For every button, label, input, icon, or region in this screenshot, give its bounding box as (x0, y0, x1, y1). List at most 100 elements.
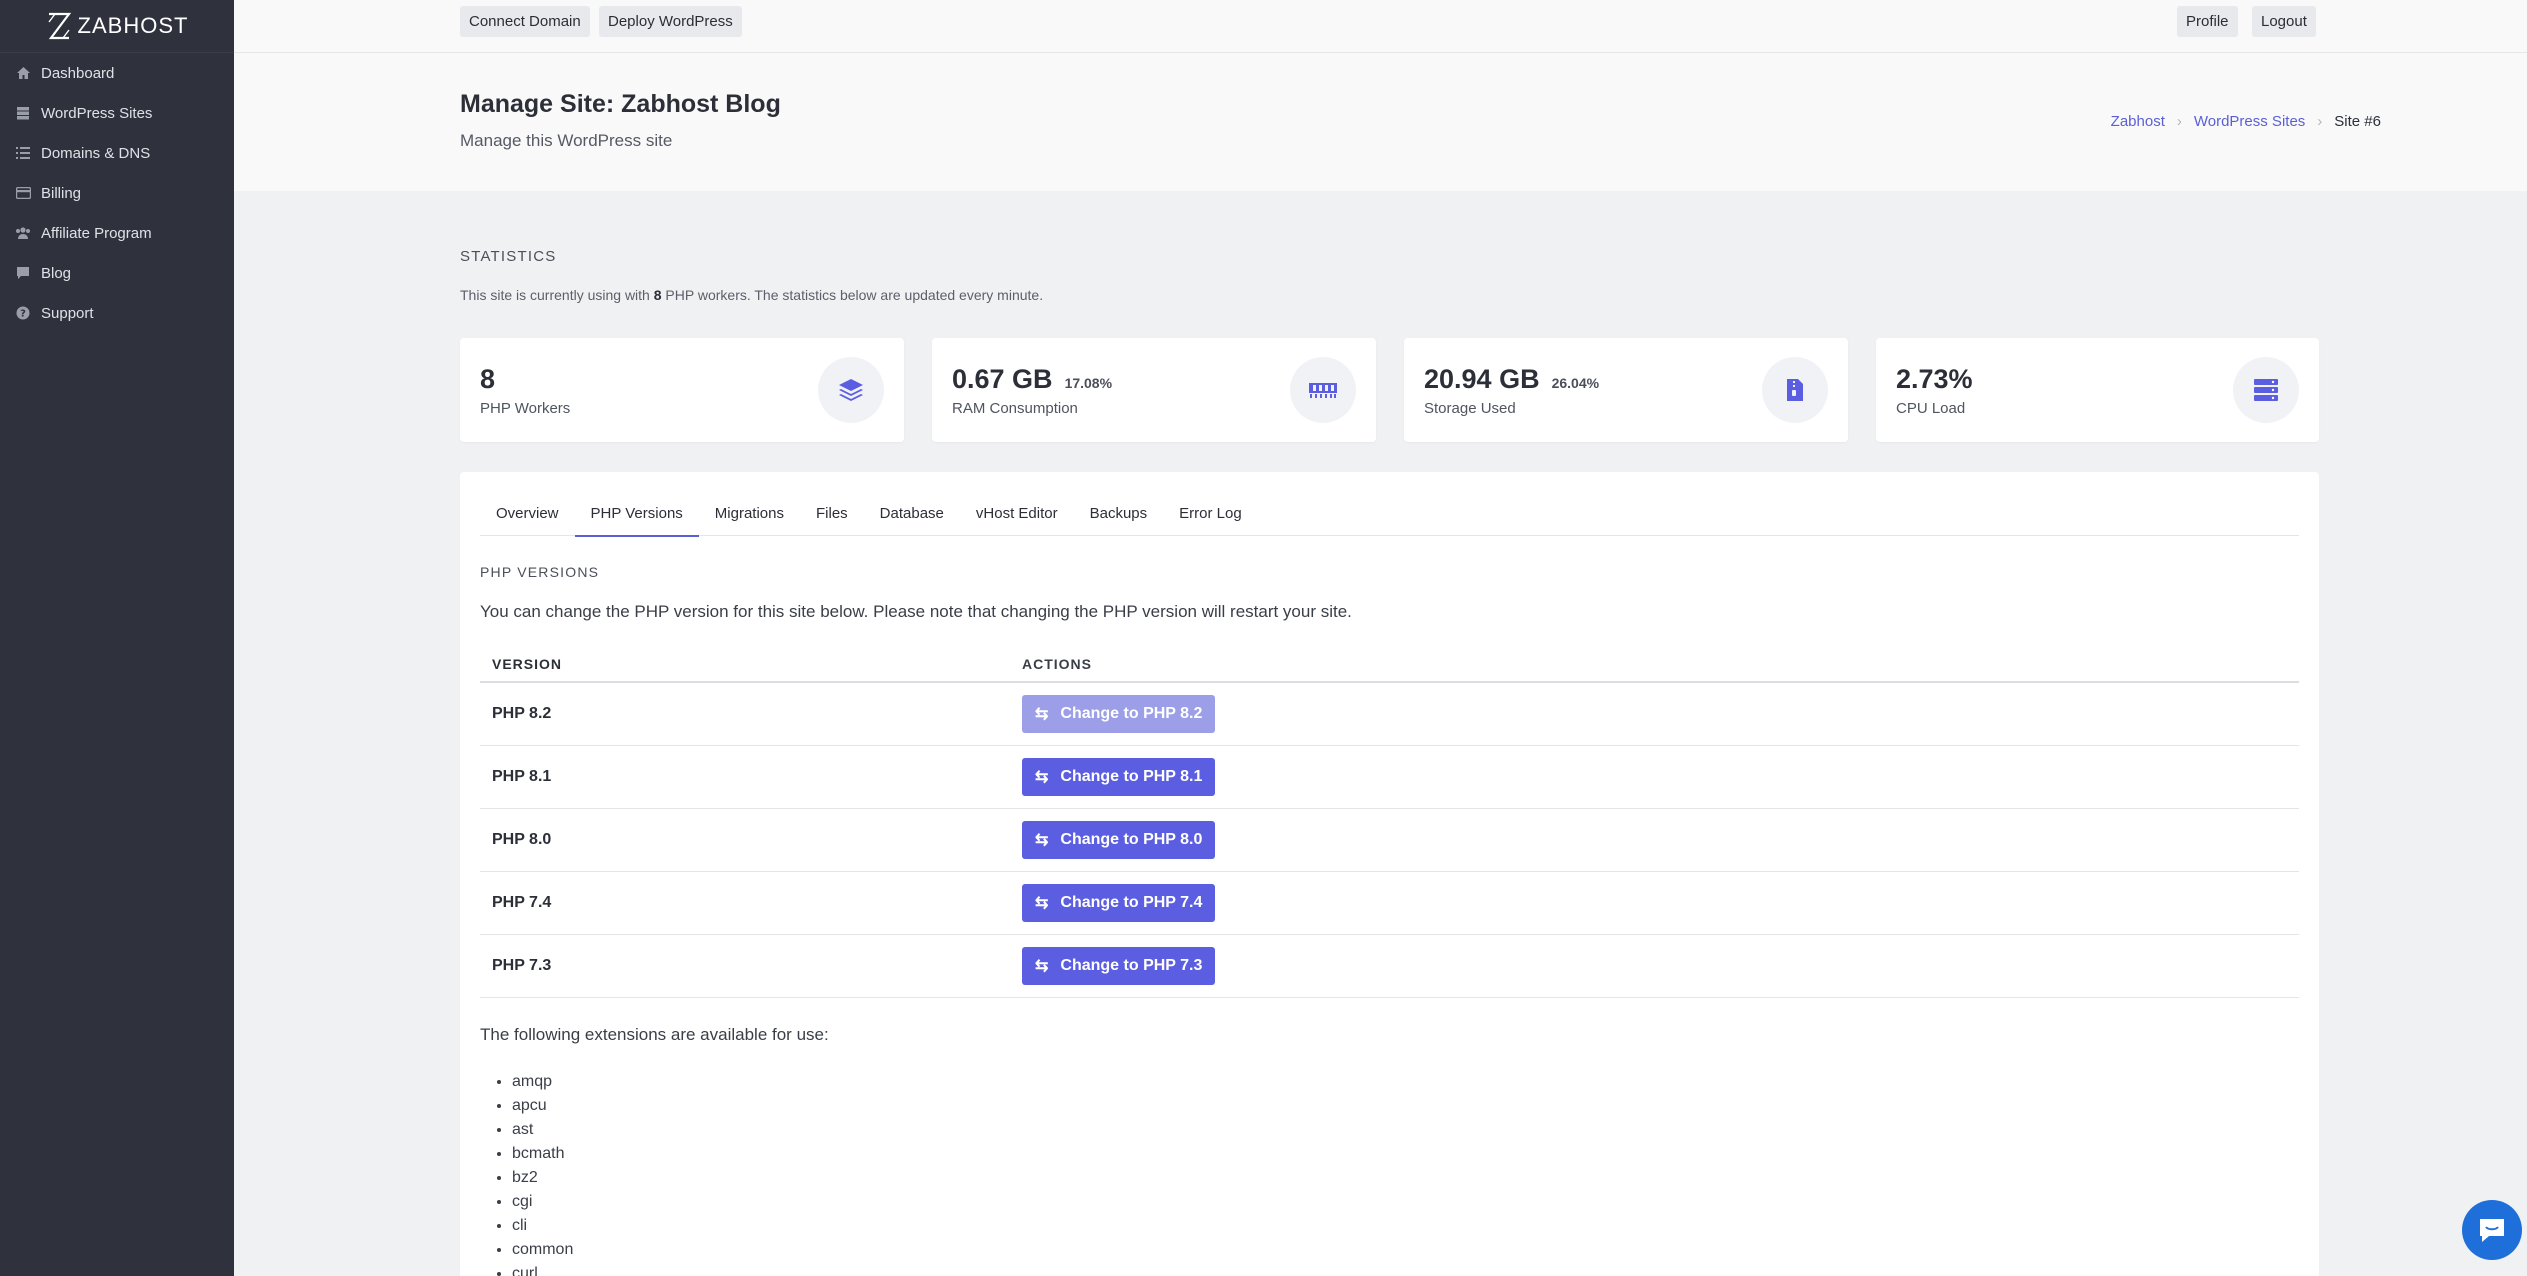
tab-error-log[interactable]: Error Log (1163, 502, 1258, 536)
connect-domain-button[interactable]: Connect Domain (460, 6, 590, 37)
file-zip-icon (1762, 357, 1828, 423)
stat-value: 0.67 GB (952, 364, 1053, 394)
php-version-cell: PHP 7.3 (492, 957, 552, 974)
exchange-icon: ⇆ (1035, 706, 1049, 723)
button-label: Change to PHP 8.2 (1060, 705, 1203, 722)
stat-card-php-workers: 8 PHP Workers (460, 338, 904, 442)
breadcrumb-current: Site #6 (2334, 113, 2381, 130)
exchange-icon: ⇆ (1035, 958, 1049, 975)
sidebar-item-blog[interactable]: Blog (0, 253, 234, 293)
extensions-intro: The following extensions are available f… (480, 1025, 829, 1044)
page-subtitle: Manage this WordPress site (460, 131, 673, 150)
memory-icon (1290, 357, 1356, 423)
change-php-button[interactable]: ⇆ Change to PHP 8.1 (1022, 758, 1216, 796)
comment-icon (14, 264, 32, 282)
list-item: bcmath (512, 1142, 573, 1166)
php-versions-table: VERSION ACTIONS PHP 8.2 ⇆ Change to PHP 8… (480, 647, 2299, 998)
table-row: PHP 7.3 ⇆ Change to PHP 7.3 (480, 935, 2299, 998)
change-php-button[interactable]: ⇆ Change to PHP 7.3 (1022, 947, 1216, 985)
chevron-right-icon: › (2176, 113, 2182, 130)
exchange-icon: ⇆ (1035, 832, 1049, 849)
server-rack-icon (2233, 357, 2299, 423)
table-row: PHP 8.0 ⇆ Change to PHP 8.0 (480, 809, 2299, 872)
list-icon (14, 144, 32, 162)
php-version-cell: PHP 8.2 (492, 705, 552, 722)
list-item: cgi (512, 1190, 573, 1214)
stat-value: 20.94 GB (1424, 364, 1540, 394)
breadcrumb: Zabhost › WordPress Sites › Site #6 (2111, 113, 2381, 130)
chevron-right-icon: › (2317, 113, 2323, 130)
tab-php-versions[interactable]: PHP Versions (574, 502, 699, 537)
sidebar-item-domains-dns[interactable]: Domains & DNS (0, 133, 234, 173)
stat-label: PHP Workers (480, 400, 571, 417)
column-header-actions: ACTIONS (1022, 656, 1092, 672)
sidebar-item-label: Dashboard (41, 64, 115, 82)
change-php-button[interactable]: ⇆ Change to PHP 8.0 (1022, 821, 1216, 859)
breadcrumb-zabhost[interactable]: Zabhost (2111, 113, 2165, 130)
tab-vhost-editor[interactable]: vHost Editor (960, 502, 1074, 536)
php-version-cell: PHP 8.1 (492, 768, 552, 785)
page-header: Manage Site: Zabhost Blog Manage this Wo… (234, 53, 2527, 191)
tab-migrations[interactable]: Migrations (699, 502, 800, 536)
breadcrumb-wordpress-sites[interactable]: WordPress Sites (2194, 113, 2305, 130)
change-php-button[interactable]: ⇆ Change to PHP 8.2 (1022, 695, 1216, 733)
logo-text: ZABHOST (77, 13, 189, 38)
php-version-cell: PHP 7.4 (492, 894, 552, 911)
stat-value: 8 (480, 364, 496, 394)
logo[interactable]: ZABHOST (0, 0, 234, 53)
button-label: Change to PHP 8.0 (1060, 831, 1203, 848)
sidebar-item-dashboard[interactable]: Dashboard (0, 53, 234, 93)
sidebar-item-label: Billing (41, 184, 82, 202)
layers-icon (818, 357, 884, 423)
home-icon (14, 64, 32, 82)
profile-button[interactable]: Profile (2177, 6, 2238, 37)
stat-label: Storage Used (1424, 400, 1516, 417)
column-header-version: VERSION (492, 656, 563, 672)
page-title: Manage Site: Zabhost Blog (460, 90, 781, 118)
server-icon (14, 104, 32, 122)
stat-value: 2.73% (1896, 364, 1973, 394)
tab-database[interactable]: Database (864, 502, 960, 536)
tab-files[interactable]: Files (800, 502, 864, 536)
php-worker-count: 8 (653, 287, 662, 303)
question-circle-icon: ? (14, 304, 32, 322)
list-item: common (512, 1238, 573, 1262)
exchange-icon: ⇆ (1035, 895, 1049, 912)
sidebar-item-billing[interactable]: Billing (0, 173, 234, 213)
stat-card-ram: 0.67 GB 17.08% RAM Consumption (932, 338, 1376, 442)
statistics-description: This site is currently using with 8 PHP … (460, 287, 1043, 303)
stat-percent: 26.04% (1551, 375, 1600, 391)
logo-mark-icon (47, 12, 71, 40)
sidebar-item-label: Affiliate Program (41, 224, 152, 242)
chat-icon (2480, 1219, 2504, 1242)
extensions-list: amqp apcu ast bcmath bz2 cgi cli common … (512, 1070, 573, 1276)
tab-bar: Overview PHP Versions Migrations Files D… (480, 502, 2299, 537)
tab-overview[interactable]: Overview (480, 502, 575, 536)
stat-card-storage: 20.94 GB 26.04% Storage Used (1404, 338, 1848, 442)
stat-card-cpu: 2.73% CPU Load (1876, 338, 2319, 442)
stat-percent: 17.08% (1064, 375, 1113, 391)
sidebar-item-wordpress-sites[interactable]: WordPress Sites (0, 93, 234, 133)
credit-card-icon (14, 184, 32, 202)
list-item: bz2 (512, 1166, 573, 1190)
list-item: cli (512, 1214, 573, 1238)
site-management-panel: Overview PHP Versions Migrations Files D… (460, 472, 2319, 1276)
php-versions-description: You can change the PHP version for this … (480, 602, 1352, 621)
tab-backups[interactable]: Backups (1074, 502, 1164, 536)
change-php-button[interactable]: ⇆ Change to PHP 7.4 (1022, 884, 1216, 922)
table-row: PHP 8.2 ⇆ Change to PHP 8.2 (480, 683, 2299, 746)
button-label: Change to PHP 7.3 (1060, 957, 1203, 974)
sidebar-item-support[interactable]: ? Support (0, 293, 234, 333)
sidebar-item-affiliate[interactable]: Affiliate Program (0, 213, 234, 253)
deploy-wordpress-button[interactable]: Deploy WordPress (599, 6, 742, 37)
list-item: curl (512, 1262, 573, 1276)
table-row: PHP 7.4 ⇆ Change to PHP 7.4 (480, 872, 2299, 935)
list-item: ast (512, 1118, 573, 1142)
sidebar-item-label: Support (41, 304, 94, 322)
sidebar: ZABHOST Dashboard WordPress Sites Domain… (0, 0, 234, 1276)
logout-button[interactable]: Logout (2252, 6, 2316, 37)
top-navbar: Connect Domain Deploy WordPress Profile … (234, 0, 2527, 53)
table-row: PHP 8.1 ⇆ Change to PHP 8.1 (480, 746, 2299, 809)
users-icon (14, 224, 32, 242)
chat-widget-button[interactable] (2462, 1200, 2522, 1260)
